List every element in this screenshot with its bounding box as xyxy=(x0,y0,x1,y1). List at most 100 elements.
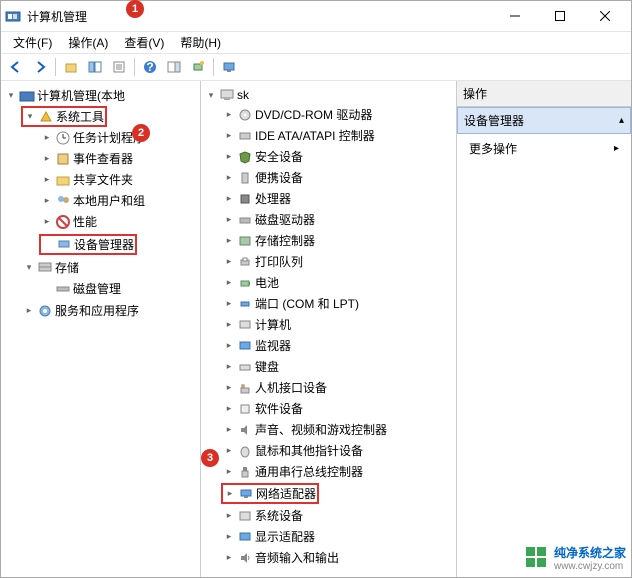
tree-shared-folders[interactable]: ▸共享文件夹 xyxy=(39,170,135,189)
portable-icon xyxy=(237,170,253,186)
tree-battery[interactable]: ▸ 电池 xyxy=(221,273,281,292)
tree-cpu[interactable]: ▸处理器 xyxy=(221,189,293,208)
expand-icon[interactable]: ▸ xyxy=(41,216,53,227)
actions-section[interactable]: 设备管理器 ▴ xyxy=(457,107,631,134)
expand-icon[interactable]: ▾ xyxy=(24,111,36,122)
more-actions-link[interactable]: 更多操作 ▸ xyxy=(457,134,631,163)
expand-icon[interactable]: ▾ xyxy=(23,262,35,273)
expand-icon[interactable]: ▸ xyxy=(41,153,53,164)
tree-label: 音频输入和输出 xyxy=(255,549,339,566)
tree-root-computer-mgmt[interactable]: ▾ 计算机管理(本地 xyxy=(3,86,127,105)
tree-label: 显示适配器 xyxy=(255,528,315,545)
up-button[interactable] xyxy=(60,56,82,78)
annotation-badge-2: 2 xyxy=(132,124,150,142)
expand-icon[interactable]: ▸ xyxy=(223,130,235,141)
tree-dvd[interactable]: ▸DVD/CD-ROM 驱动器 xyxy=(221,105,374,124)
expand-icon[interactable]: ▸ xyxy=(23,305,35,316)
expand-icon[interactable]: ▸ xyxy=(223,382,235,393)
menu-action[interactable]: 操作(A) xyxy=(60,32,116,53)
tree-label: 存储 xyxy=(55,259,79,276)
menu-help[interactable]: 帮助(H) xyxy=(172,32,229,53)
expand-icon[interactable]: ▸ xyxy=(223,531,235,542)
expand-icon[interactable]: ▸ xyxy=(223,193,235,204)
tree-mouse[interactable]: ▸鼠标和其他指针设备 xyxy=(221,441,365,460)
monitor-button[interactable] xyxy=(218,56,240,78)
tree-usb[interactable]: ▸通用串行总线控制器 xyxy=(221,462,365,481)
tree-ports[interactable]: ▸端口 (COM 和 LPT) xyxy=(221,294,361,313)
expand-icon[interactable]: ▸ xyxy=(223,340,235,351)
menu-file[interactable]: 文件(F) xyxy=(5,32,60,53)
tree-network[interactable]: ▸网络适配器 xyxy=(221,483,319,504)
tree-system[interactable]: ▸系统设备 xyxy=(221,506,305,525)
expand-icon[interactable]: ▸ xyxy=(223,424,235,435)
tree-sound[interactable]: ▸声音、视频和游戏控制器 xyxy=(221,420,389,439)
expand-icon[interactable]: ▸ xyxy=(223,445,235,456)
back-button[interactable] xyxy=(5,56,27,78)
network-icon xyxy=(238,486,254,502)
tree-label: 事件查看器 xyxy=(73,150,133,167)
help-button[interactable]: ? xyxy=(139,56,161,78)
folder-icon xyxy=(55,172,71,188)
expand-icon[interactable]: ▸ xyxy=(224,488,236,499)
software-icon xyxy=(237,401,253,417)
expand-icon[interactable]: ▸ xyxy=(223,172,235,183)
close-button[interactable] xyxy=(582,1,627,31)
tree-hid[interactable]: ▸人机接口设备 xyxy=(221,378,329,397)
expand-icon[interactable]: ▸ xyxy=(223,361,235,372)
expand-icon[interactable]: ▸ xyxy=(223,214,235,225)
action-pane-button[interactable] xyxy=(163,56,185,78)
tree-monitor[interactable]: ▸监视器 xyxy=(221,336,293,355)
tree-audio[interactable]: ▸ 音频输入和输出 xyxy=(221,548,341,567)
tree-ide[interactable]: ▸IDE ATA/ATAPI 控制器 xyxy=(221,126,377,145)
tree-root-sk[interactable]: ▾ sk xyxy=(203,86,251,104)
expand-icon[interactable]: ▸ xyxy=(41,174,53,185)
expand-icon[interactable]: ▸ xyxy=(223,277,235,288)
tree-task-scheduler[interactable]: ▸任务计划程序 xyxy=(39,128,147,147)
expand-icon[interactable]: ▸ xyxy=(223,466,235,477)
show-hide-button[interactable] xyxy=(84,56,106,78)
battery-icon xyxy=(237,275,253,291)
expand-icon[interactable]: ▸ xyxy=(223,510,235,521)
tree-display[interactable]: ▸ 显示适配器 xyxy=(221,527,317,546)
expand-icon[interactable]: ▸ xyxy=(41,132,53,143)
keyboard-icon xyxy=(237,359,253,375)
tree-device-manager[interactable]: 设备管理器 xyxy=(39,234,137,255)
tree-performance[interactable]: ▸性能 xyxy=(39,212,99,231)
expand-icon[interactable]: ▸ xyxy=(223,552,235,563)
toolbar-separator xyxy=(134,58,135,76)
tree-soft-dev[interactable]: ▸软件设备 xyxy=(221,399,305,418)
tree-label: 电池 xyxy=(255,274,279,291)
tree-storage-ctrl[interactable]: ▸存储控制器 xyxy=(221,231,317,250)
expand-icon[interactable]: ▸ xyxy=(223,319,235,330)
expand-icon[interactable]: ▾ xyxy=(205,90,217,101)
expand-icon[interactable]: ▾ xyxy=(5,90,17,101)
tree-storage[interactable]: ▾ 存储 xyxy=(21,258,81,277)
tree-label: 计算机 xyxy=(255,316,291,333)
forward-button[interactable] xyxy=(29,56,51,78)
tree-system-tools[interactable]: ▾ 系统工具 xyxy=(21,106,107,127)
expand-icon[interactable]: ▸ xyxy=(223,235,235,246)
properties-button[interactable] xyxy=(108,56,130,78)
tree-security[interactable]: ▸安全设备 xyxy=(221,147,305,166)
expand-icon[interactable]: ▸ xyxy=(223,403,235,414)
tree-disk-drives[interactable]: ▸磁盘驱动器 xyxy=(221,210,317,229)
expand-icon[interactable]: ▸ xyxy=(223,256,235,267)
expand-icon[interactable]: ▸ xyxy=(223,151,235,162)
tree-print-queue[interactable]: ▸打印队列 xyxy=(221,252,305,271)
tree-computer[interactable]: ▸ 计算机 xyxy=(221,315,293,334)
cpu-icon xyxy=(237,191,253,207)
tree-event-viewer[interactable]: ▸ 事件查看器 xyxy=(39,149,135,168)
expand-icon[interactable]: ▸ xyxy=(223,298,235,309)
minimize-button[interactable] xyxy=(492,1,537,31)
maximize-button[interactable] xyxy=(537,1,582,31)
tree-services[interactable]: ▸ 服务和应用程序 xyxy=(21,301,141,320)
menu-view[interactable]: 查看(V) xyxy=(116,32,172,53)
tree-keyboard[interactable]: ▸键盘 xyxy=(221,357,281,376)
scan-button[interactable] xyxy=(187,56,209,78)
tree-disk-mgmt[interactable]: 磁盘管理 xyxy=(39,279,123,298)
tree-local-users[interactable]: ▸本地用户和组 xyxy=(39,191,147,210)
expand-icon[interactable]: ▸ xyxy=(41,195,53,206)
expand-icon[interactable]: ▸ xyxy=(223,109,235,120)
tree-label: 服务和应用程序 xyxy=(55,302,139,319)
tree-portable[interactable]: ▸便携设备 xyxy=(221,168,305,187)
